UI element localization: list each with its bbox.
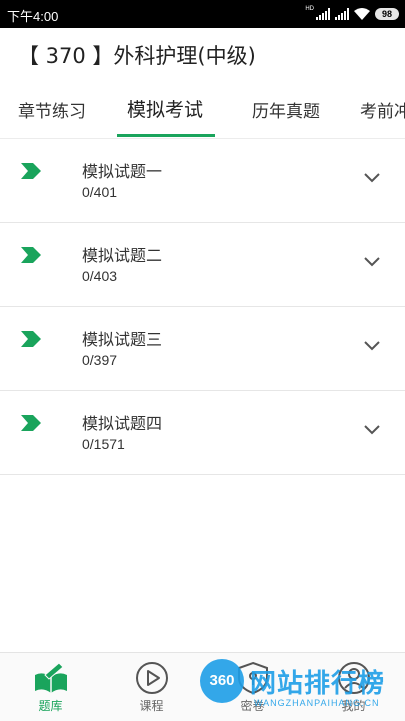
exam-title: 模拟试题四	[82, 414, 163, 433]
chevron-down-icon[interactable]	[363, 256, 381, 268]
status-icons: HD 98	[305, 5, 399, 23]
exam-list-item[interactable]: 模拟试题一 0/401	[0, 138, 405, 223]
hd-label: HD	[305, 6, 314, 12]
book-pen-icon	[35, 662, 67, 693]
nav-profile[interactable]: 我的	[303, 653, 404, 721]
status-time: 下午4:00	[7, 9, 59, 24]
nav-secret-papers[interactable]: 密卷	[202, 653, 303, 721]
page-title: 【 370 】外科护理(中级)	[18, 44, 256, 68]
nav-label: 我的	[341, 699, 366, 713]
active-tab-indicator	[117, 134, 215, 137]
play-circle-icon	[136, 662, 168, 694]
tab-chapter-practice[interactable]: 章节练习	[18, 97, 86, 122]
tab-pre-exam-sprint[interactable]: 考前冲	[360, 97, 405, 122]
tab-mock-exam[interactable]: 模拟考试	[127, 95, 203, 122]
flag-icon	[21, 163, 41, 179]
exam-list: 模拟试题一 0/401 模拟试题二 0/403 模拟试题三 0/397 模拟试题…	[0, 138, 405, 475]
flag-icon	[21, 415, 41, 431]
exam-title: 模拟试题二	[82, 246, 163, 265]
lock-shield-icon	[238, 661, 268, 695]
exam-list-item[interactable]: 模拟试题二 0/403	[0, 223, 405, 307]
nav-label: 课程	[139, 699, 164, 713]
exam-list-item[interactable]: 模拟试题四 0/1571	[0, 391, 405, 475]
person-icon	[338, 662, 370, 694]
battery-indicator: 98	[375, 8, 399, 20]
chevron-down-icon[interactable]	[363, 424, 381, 436]
signal-icon-2	[335, 8, 349, 20]
exam-progress: 0/1571	[82, 436, 125, 452]
chevron-down-icon[interactable]	[363, 172, 381, 184]
nav-label: 题库	[38, 699, 63, 713]
bottom-nav: 题库 课程 密卷 我的	[0, 652, 405, 721]
tab-bar: 章节练习 模拟考试 历年真题 考前冲	[0, 84, 405, 138]
exam-progress: 0/401	[82, 184, 118, 200]
chevron-down-icon[interactable]	[363, 340, 381, 352]
exam-title: 模拟试题三	[82, 330, 163, 349]
exam-progress: 0/403	[82, 268, 118, 284]
nav-question-bank[interactable]: 题库	[0, 653, 101, 721]
signal-icon	[316, 8, 330, 20]
status-bar: 下午4:00 HD 98	[0, 0, 405, 28]
wifi-icon	[354, 8, 370, 20]
exam-title: 模拟试题一	[82, 162, 163, 181]
nav-label: 密卷	[240, 699, 265, 713]
flag-icon	[21, 247, 41, 263]
flag-icon	[21, 331, 41, 347]
tab-past-exams[interactable]: 历年真题	[252, 97, 320, 122]
exam-progress: 0/397	[82, 352, 118, 368]
nav-courses[interactable]: 课程	[101, 653, 202, 721]
exam-list-item[interactable]: 模拟试题三 0/397	[0, 307, 405, 391]
